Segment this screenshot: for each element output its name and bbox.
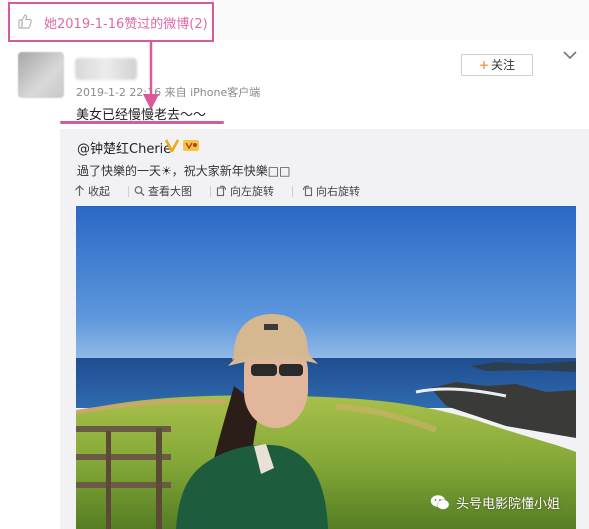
magnifier-icon [134, 186, 145, 196]
thumbs-up-icon [18, 14, 32, 29]
avatar[interactable] [18, 52, 64, 98]
wechat-icon [430, 495, 450, 510]
divider [292, 186, 293, 197]
follow-label: 关注 [491, 58, 516, 72]
original-post-text: 過了快樂的一天☀，祝大家新年快樂□□ [77, 164, 291, 178]
collapse-label: 收起 [88, 185, 110, 198]
view-large-label: 查看大图 [148, 185, 192, 198]
blurred-username [75, 58, 137, 80]
divider [210, 186, 211, 197]
annotation-underline [60, 121, 224, 124]
original-author-link[interactable]: @钟楚红Cherie [77, 138, 171, 157]
divider [128, 186, 129, 197]
verified-v-icon [165, 139, 179, 152]
rotate-left-label: 向左旋转 [230, 185, 274, 198]
member-badge-icon [183, 140, 199, 151]
follow-button[interactable]: + 关注 [461, 54, 533, 76]
liked-header-text: 她2019-1-16赞过的微博(2) [44, 17, 208, 32]
arrow-up-icon [75, 185, 84, 196]
post-meta: 2019-1-2 22:16 来自 iPhone客户端 [76, 86, 261, 99]
rotate-right-icon [302, 185, 313, 197]
liked-header[interactable]: 她2019-1-16赞过的微博(2) [8, 2, 214, 42]
post-photo[interactable] [76, 206, 576, 529]
rotate-left-icon [216, 185, 227, 197]
watermark-text: 头号电影院懂小姐 [456, 497, 561, 512]
rotate-right-label: 向右旋转 [316, 185, 360, 198]
chevron-down-icon[interactable] [563, 50, 577, 60]
plus-icon: + [478, 58, 490, 72]
